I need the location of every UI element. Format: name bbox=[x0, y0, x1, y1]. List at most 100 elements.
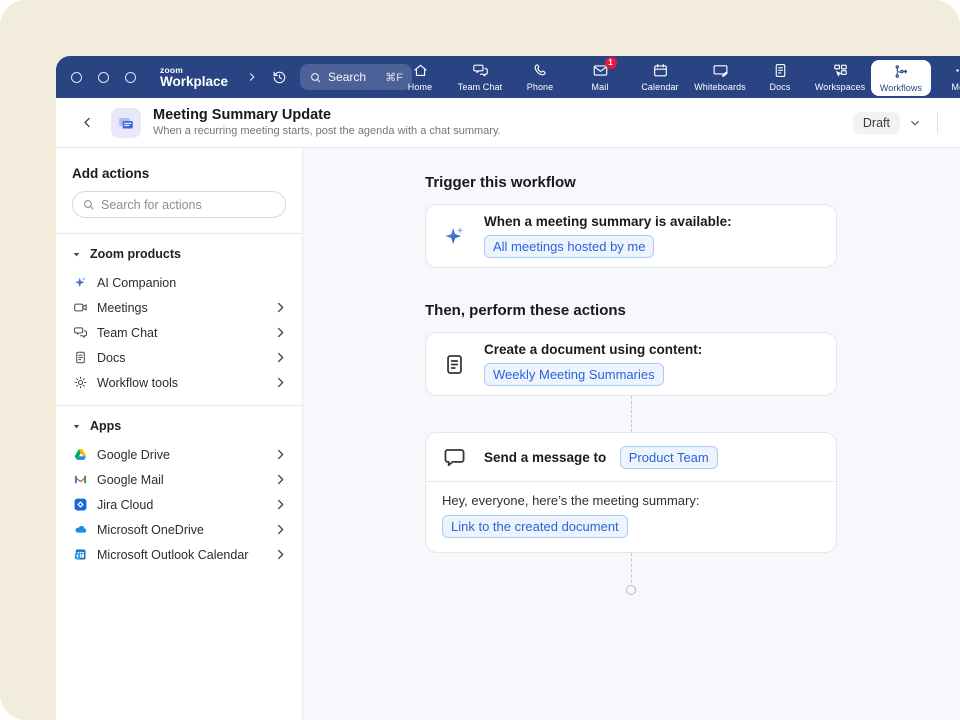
workflows-icon bbox=[893, 63, 910, 80]
status-badge[interactable]: Draft bbox=[853, 112, 900, 134]
message-recipient-pill[interactable]: Product Team bbox=[620, 446, 718, 469]
chevron-right-icon bbox=[273, 325, 288, 340]
nav-item-label: Workflows bbox=[880, 83, 922, 93]
search-placeholder-text: Search bbox=[328, 70, 366, 84]
history-icon[interactable] bbox=[271, 69, 288, 86]
page-title: Meeting Summary Update bbox=[153, 106, 501, 124]
google-mail-icon bbox=[73, 472, 88, 487]
team-chat-icon bbox=[472, 62, 489, 79]
sidebar-item-google-drive[interactable]: Google Drive bbox=[56, 442, 302, 467]
document-content-pill[interactable]: Weekly Meeting Summaries bbox=[484, 363, 664, 386]
chat-bubble-icon bbox=[442, 445, 467, 470]
nav-item-phone[interactable]: Phone bbox=[510, 56, 570, 98]
nav-item-calendar[interactable]: Calendar bbox=[630, 56, 690, 98]
nav-item-label: Docs bbox=[770, 82, 791, 92]
team-chat-icon bbox=[73, 325, 88, 340]
workspaces-icon bbox=[832, 62, 849, 79]
page-subtitle: When a recurring meeting starts, post th… bbox=[153, 125, 501, 139]
trigger-scope-pill[interactable]: All meetings hosted by me bbox=[484, 235, 654, 258]
chevron-right-icon bbox=[273, 447, 288, 462]
sidebar-item-microsoft-outlook-calendar[interactable]: Microsoft Outlook Calendar bbox=[56, 542, 302, 567]
sidebar-item-label: Docs bbox=[97, 351, 264, 365]
app-window: zoom Workplace Search ⌘F HomeTeam ChatPh… bbox=[56, 56, 960, 720]
actions-heading: Then, perform these actions bbox=[425, 302, 960, 319]
nav-item-team-chat[interactable]: Team Chat bbox=[450, 56, 510, 98]
google-drive-icon bbox=[73, 447, 88, 462]
document-link-pill[interactable]: Link to the created document bbox=[442, 515, 628, 538]
workflow-title-block: Meeting Summary Update When a recurring … bbox=[153, 106, 501, 139]
triangle-down-icon bbox=[72, 250, 81, 259]
create-document-text: Create a document using content: bbox=[484, 342, 702, 357]
top-bar: zoom Workplace Search ⌘F HomeTeam ChatPh… bbox=[56, 56, 960, 98]
message-body[interactable]: Hey, everyone, here’s the meeting summar… bbox=[426, 481, 836, 552]
window-control-dot[interactable] bbox=[98, 72, 109, 83]
nav-item-whiteboards[interactable]: Whiteboards bbox=[690, 56, 750, 98]
docs-icon bbox=[73, 350, 88, 365]
sidebar-item-jira-cloud[interactable]: Jira Cloud bbox=[56, 492, 302, 517]
nav-item-label: Calendar bbox=[641, 82, 678, 92]
chevron-down-icon[interactable] bbox=[909, 117, 921, 129]
sidebar-item-label: Microsoft Outlook Calendar bbox=[97, 548, 264, 562]
search-input[interactable] bbox=[101, 198, 276, 212]
logo-workplace-text: Workplace bbox=[160, 75, 228, 89]
workflow-canvas: Trigger this workflow When a meeting sum… bbox=[303, 148, 960, 720]
chevron-right-icon[interactable] bbox=[246, 71, 258, 83]
sidebar-item-ai-companion[interactable]: AI Companion bbox=[56, 270, 302, 295]
trigger-card[interactable]: When a meeting summary is available: All… bbox=[425, 204, 837, 268]
sidebar-sections: Zoom products AI Companion Meetings Team Ch… bbox=[56, 233, 302, 577]
back-button[interactable] bbox=[80, 115, 95, 130]
trigger-text: When a meeting summary is available: bbox=[484, 214, 732, 229]
nav-item-docs[interactable]: Docs bbox=[750, 56, 810, 98]
nav-item-label: Mail bbox=[592, 82, 609, 92]
sidebar-section-apps[interactable]: Apps bbox=[56, 406, 302, 442]
nav-item-mail[interactable]: 1Mail bbox=[570, 56, 630, 98]
sidebar-item-label: Google Drive bbox=[97, 448, 264, 462]
sidebar-item-meetings[interactable]: Meetings bbox=[56, 295, 302, 320]
nav-item-more[interactable]: More bbox=[932, 56, 960, 98]
sidebar-item-label: AI Companion bbox=[97, 276, 288, 290]
onedrive-icon bbox=[73, 522, 88, 537]
workflow-header: Meeting Summary Update When a recurring … bbox=[56, 98, 960, 148]
sidebar-item-label: Jira Cloud bbox=[97, 498, 264, 512]
chevron-right-icon bbox=[273, 547, 288, 562]
chevron-right-icon bbox=[273, 300, 288, 315]
chevron-right-icon bbox=[273, 472, 288, 487]
ai-companion-icon bbox=[73, 275, 88, 290]
create-document-card[interactable]: Create a document using content: Weekly … bbox=[425, 332, 837, 396]
nav-item-workspaces[interactable]: Workspaces bbox=[810, 56, 870, 98]
sidebar-item-team-chat[interactable]: Team Chat bbox=[56, 320, 302, 345]
nav-item-home[interactable]: Home bbox=[390, 56, 450, 98]
send-message-card[interactable]: Send a message to Product Team Hey, ever… bbox=[425, 432, 837, 553]
window-control-dot[interactable] bbox=[125, 72, 136, 83]
workflow-app-icon bbox=[111, 108, 141, 138]
section-label: Apps bbox=[90, 419, 121, 433]
window-controls[interactable] bbox=[71, 72, 136, 83]
sidebar-item-label: Microsoft OneDrive bbox=[97, 523, 264, 537]
whiteboards-icon bbox=[712, 62, 729, 79]
nav-item-workflows[interactable]: Workflows bbox=[871, 60, 931, 96]
chevron-right-icon bbox=[273, 350, 288, 365]
chevron-right-icon bbox=[273, 497, 288, 512]
add-step-node[interactable] bbox=[626, 585, 636, 595]
chevron-right-icon bbox=[273, 522, 288, 537]
nav-item-label: Workspaces bbox=[815, 82, 865, 92]
actions-search[interactable] bbox=[72, 191, 286, 218]
sidebar-item-label: Meetings bbox=[97, 301, 264, 315]
sidebar-item-docs[interactable]: Docs bbox=[56, 345, 302, 370]
sidebar-item-microsoft-onedrive[interactable]: Microsoft OneDrive bbox=[56, 517, 302, 542]
sidebar-section-zoom-products[interactable]: Zoom products bbox=[56, 234, 302, 270]
workflow-connector-end bbox=[425, 553, 837, 595]
actions-sidebar: Add actions Zoom productsAI CompanionMee… bbox=[56, 148, 303, 720]
nav-item-label: More bbox=[952, 82, 960, 92]
home-icon bbox=[412, 62, 429, 79]
nav-item-label: Phone bbox=[527, 82, 554, 92]
more-icon bbox=[954, 62, 960, 79]
window-control-dot[interactable] bbox=[71, 72, 82, 83]
jira-cloud-icon bbox=[73, 497, 88, 512]
triangle-down-icon bbox=[72, 422, 81, 431]
logo-zoom-text: zoom bbox=[160, 66, 228, 75]
calendar-icon bbox=[652, 62, 669, 79]
search-icon bbox=[82, 198, 95, 211]
sidebar-item-google-mail[interactable]: Google Mail bbox=[56, 467, 302, 492]
sidebar-item-workflow-tools[interactable]: Workflow tools bbox=[56, 370, 302, 395]
